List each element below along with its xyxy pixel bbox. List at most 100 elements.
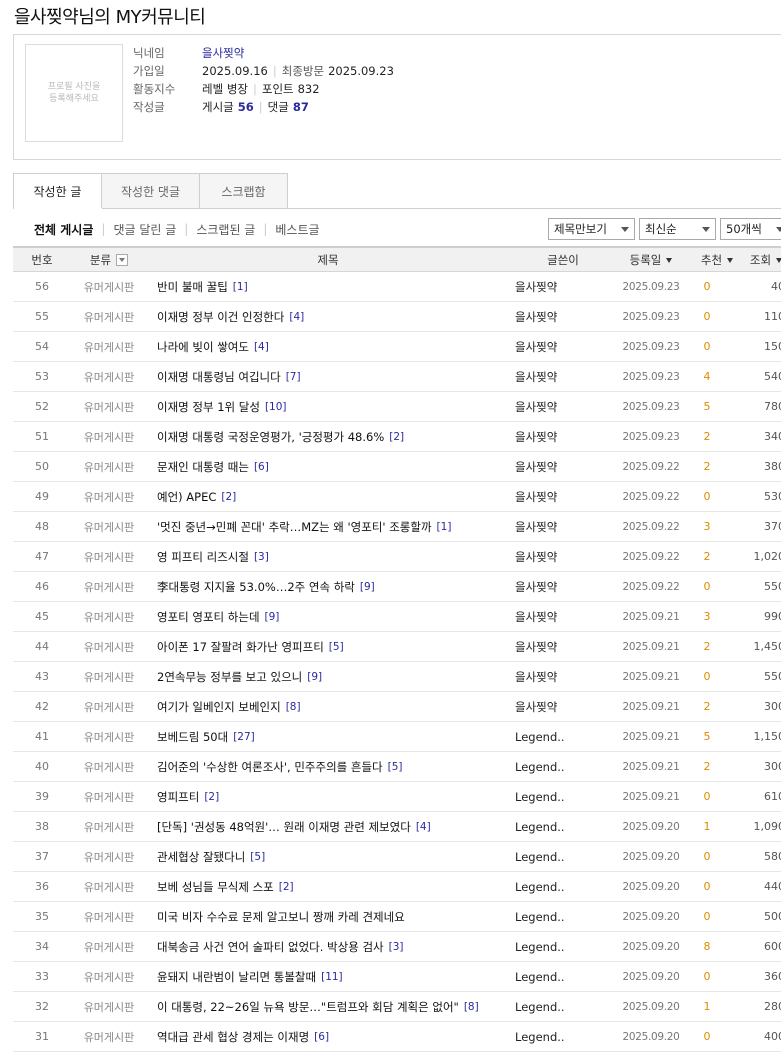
table-row: 45 유머게시판 영포티 영포티 하는데 [9] 을사찢약 2025.09.21 3 990: [13, 602, 781, 632]
view-mode-select[interactable]: 제목만보기: [548, 218, 635, 240]
post-title-link[interactable]: '멋진 중년→민폐 꼰대' 추락…MZ는 왜 '영포티' 조롱할까: [157, 519, 432, 535]
comment-count-badge[interactable]: [3]: [254, 551, 269, 563]
post-author[interactable]: 을사찢약: [515, 332, 557, 361]
post-author[interactable]: Legend..: [515, 842, 565, 871]
comment-count-badge[interactable]: [9]: [307, 671, 322, 683]
post-author[interactable]: 을사찢약: [515, 362, 557, 391]
comment-count-badge[interactable]: [9]: [265, 611, 280, 623]
post-author[interactable]: Legend..: [515, 812, 565, 841]
post-author[interactable]: Legend..: [515, 752, 565, 781]
post-author[interactable]: Legend..: [515, 962, 565, 991]
post-author[interactable]: 을사찢약: [515, 632, 557, 661]
filter-all-posts[interactable]: 전체 게시글: [34, 221, 93, 238]
post-title-link[interactable]: 아이폰 17 잘팔려 화가난 영피프티: [157, 639, 324, 655]
post-title-link[interactable]: 반미 불매 꿀팁: [157, 279, 228, 295]
comment-count-badge[interactable]: [27]: [233, 731, 255, 743]
post-author[interactable]: 을사찢약: [515, 392, 557, 421]
post-author[interactable]: Legend..: [515, 902, 565, 931]
post-title-link[interactable]: 여기가 일베인지 보베인지: [157, 699, 281, 715]
post-author[interactable]: Legend..: [515, 722, 565, 751]
category-filter-icon[interactable]: [116, 254, 129, 266]
post-title-link[interactable]: 영포티 영포티 하는데: [157, 609, 260, 625]
comment-count-badge[interactable]: [9]: [360, 581, 375, 593]
nickname-value[interactable]: 을사찢약: [202, 45, 244, 61]
comment-count-badge[interactable]: [10]: [265, 401, 287, 413]
header-recommend[interactable]: 추천: [693, 248, 741, 272]
tab-written-comments[interactable]: 작성한 댓글: [102, 173, 200, 209]
post-title-link[interactable]: 예언) APEC: [157, 489, 216, 505]
tab-written-posts[interactable]: 작성한 글: [13, 173, 102, 209]
comment-count-badge[interactable]: [11]: [321, 971, 343, 983]
table-row: 31 유머게시판 역대급 관세 협상 경제는 이재명 [6] Legend.. 2025.…: [13, 1022, 781, 1052]
post-author[interactable]: Legend..: [515, 872, 565, 901]
post-title-link[interactable]: [단독] '권성동 48억원'… 원래 이재명 관련 제보였다: [157, 819, 411, 835]
comment-count-badge[interactable]: [4]: [254, 341, 269, 353]
post-author[interactable]: Legend..: [515, 782, 565, 811]
comment-count-badge[interactable]: [5]: [329, 641, 344, 653]
comment-count-badge[interactable]: [5]: [388, 761, 403, 773]
comment-count-badge[interactable]: [7]: [286, 371, 301, 383]
filter-scrapped-posts[interactable]: 스크랩된 글: [196, 221, 255, 238]
post-author[interactable]: 을사찢약: [515, 452, 557, 481]
comment-count-badge[interactable]: [6]: [254, 461, 269, 473]
post-author[interactable]: 을사찢약: [515, 272, 557, 301]
filter-commented-posts[interactable]: 댓글 달린 글: [113, 221, 176, 238]
tab-scraps[interactable]: 스크랩함: [200, 173, 288, 209]
page-size-select[interactable]: 50개씩: [720, 218, 781, 240]
post-author[interactable]: 을사찢약: [515, 572, 557, 601]
post-author[interactable]: 을사찢약: [515, 302, 557, 331]
post-title-link[interactable]: 이재명 정부 1위 달성: [157, 399, 260, 415]
post-title-link[interactable]: 이재명 대통령님 여깁니다: [157, 369, 281, 385]
post-title-link[interactable]: 영 피프티 리즈시절: [157, 549, 249, 565]
post-title-link[interactable]: 보베 성님들 무식제 스포: [157, 879, 274, 895]
post-title-link[interactable]: 나라에 빚이 쌓여도: [157, 339, 249, 355]
comment-count-badge[interactable]: [2]: [389, 431, 404, 443]
post-view-count: 1,020: [753, 550, 781, 563]
comment-count-badge[interactable]: [2]: [279, 881, 294, 893]
header-date[interactable]: 등록일: [611, 248, 691, 272]
comment-count-badge[interactable]: [6]: [314, 1031, 329, 1043]
post-title-link[interactable]: 관세협상 잘됐다니: [157, 849, 245, 865]
post-author[interactable]: 을사찢약: [515, 482, 557, 511]
comment-count-badge[interactable]: [5]: [250, 851, 265, 863]
comment-count-badge[interactable]: [4]: [289, 311, 304, 323]
post-recommend-count: 0: [703, 880, 711, 893]
post-title-link[interactable]: 영피프티: [157, 789, 199, 805]
filter-best-posts[interactable]: 베스트글: [275, 221, 319, 238]
post-author[interactable]: 을사찢약: [515, 662, 557, 691]
post-author[interactable]: 을사찢약: [515, 542, 557, 571]
post-author[interactable]: 을사찢약: [515, 512, 557, 541]
comment-count-badge[interactable]: [3]: [389, 941, 404, 953]
post-title-link[interactable]: 이 대통령, 22~26일 뉴욕 방문…"트럼프와 회담 계획은 없어": [157, 999, 459, 1015]
post-author[interactable]: Legend..: [515, 992, 565, 1021]
post-title-link[interactable]: 이재명 정부 이건 인정한다: [157, 309, 284, 325]
comment-count-badge[interactable]: [2]: [204, 791, 219, 803]
post-author[interactable]: Legend..: [515, 1022, 565, 1051]
post-view-count: 530: [764, 490, 781, 503]
comment-count-badge[interactable]: [2]: [221, 491, 236, 503]
post-author[interactable]: Legend..: [515, 932, 565, 961]
post-title-link[interactable]: 김어준의 '수상한 여론조사', 민주주의를 흔들다: [157, 759, 383, 775]
post-title-link[interactable]: 李대통령 지지율 53.0%…2주 연속 하락: [157, 579, 355, 595]
sort-select[interactable]: 최신순: [639, 218, 716, 240]
profile-photo-placeholder[interactable]: 프로필 사진을 등록해주세요: [25, 44, 123, 142]
comment-count-badge[interactable]: [8]: [286, 701, 301, 713]
post-title-cell: 반미 불매 꿀팁 [1]: [157, 272, 248, 301]
comment-count-badge[interactable]: [4]: [416, 821, 431, 833]
header-views[interactable]: 조회: [741, 248, 781, 272]
post-title-link[interactable]: 역대급 관세 협상 경제는 이재명: [157, 1029, 309, 1045]
post-author[interactable]: 을사찢약: [515, 602, 557, 631]
comment-count-badge[interactable]: [1]: [437, 521, 452, 533]
post-title-link[interactable]: 보베드림 50대: [157, 729, 228, 745]
post-title-link[interactable]: 2연속무능 정부를 보고 있으니: [157, 669, 302, 685]
post-title-link[interactable]: 미국 비자 수수료 문제 알고보니 짱깨 카레 견제네요: [157, 909, 405, 925]
comment-count-badge[interactable]: [8]: [464, 1001, 479, 1013]
post-author[interactable]: 을사찢약: [515, 692, 557, 721]
post-title-link[interactable]: 대북송금 사건 연어 술파티 없었다. 박상용 검사: [157, 939, 384, 955]
header-category[interactable]: 분류: [73, 248, 145, 272]
comment-count-badge[interactable]: [1]: [233, 281, 248, 293]
post-author[interactable]: 을사찢약: [515, 422, 557, 451]
post-title-link[interactable]: 문재인 대통령 때는: [157, 459, 249, 475]
post-title-link[interactable]: 윤돼지 내란범이 날리면 통볼찰때: [157, 969, 316, 985]
post-title-link[interactable]: 이재명 대통령 국정운영평가, '긍정평가 48.6%: [157, 429, 384, 445]
